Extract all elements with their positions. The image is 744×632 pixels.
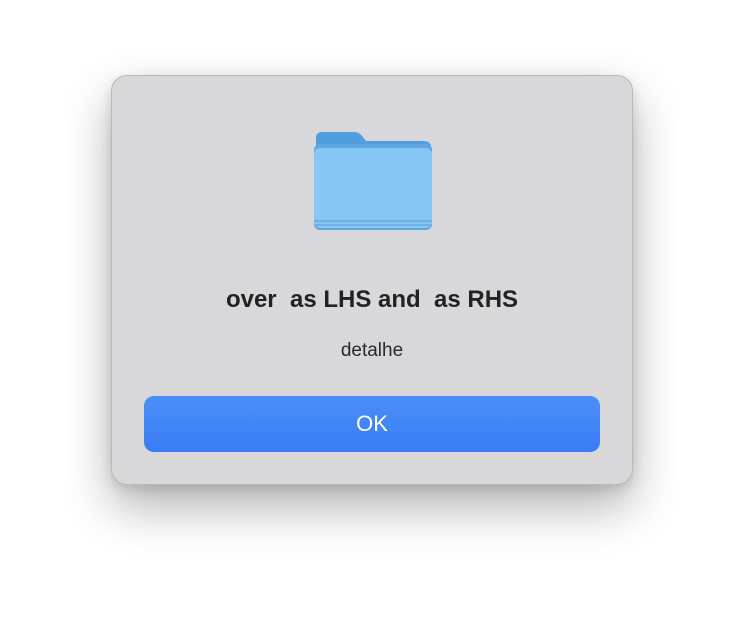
dialog-title: over as LHS and as RHS <box>225 286 519 313</box>
dialog-message: detalhe <box>340 340 404 361</box>
alert-dialog: over as LHS and as RHS detalhe OK <box>111 75 633 485</box>
folder-icon <box>312 130 434 234</box>
ok-button[interactable]: OK <box>144 396 600 452</box>
